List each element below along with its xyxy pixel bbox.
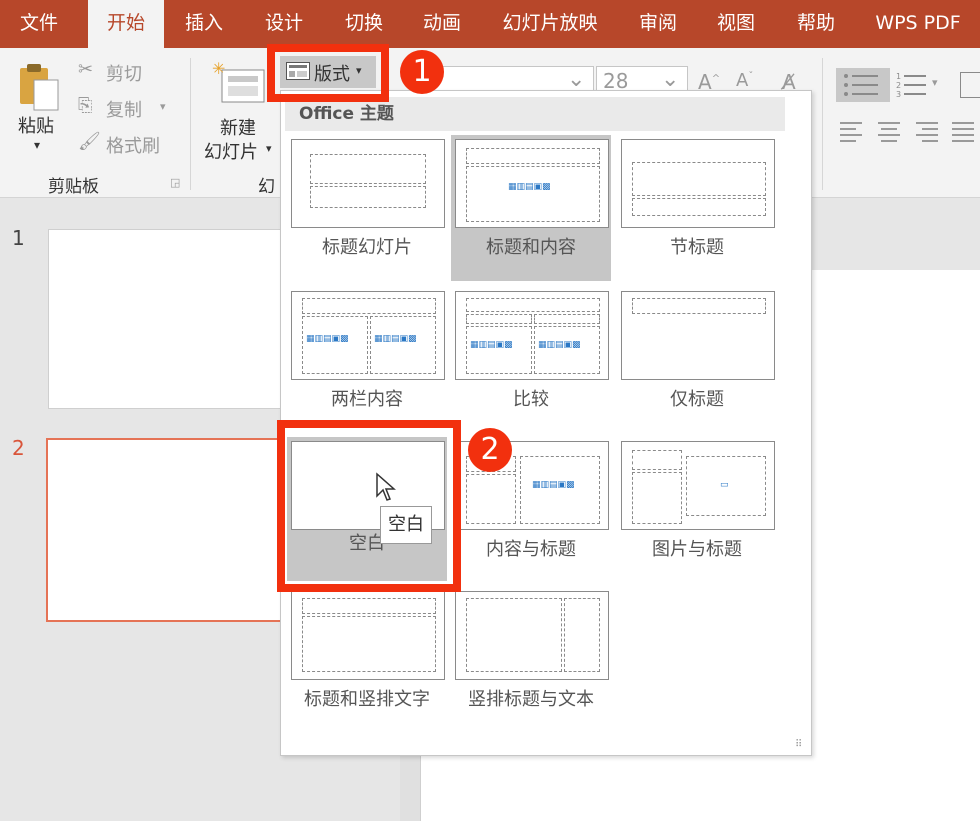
slide-number-1: 1 [12, 226, 25, 250]
slide-number-2: 2 [12, 436, 25, 460]
svg-text:1: 1 [896, 72, 901, 81]
content-icons: ▦▥▤▣▩ [532, 480, 575, 490]
copy-label: 复制 [106, 100, 142, 121]
layout-section-header[interactable]: 节标题 [617, 135, 777, 281]
layout-label: 标题和内容 [486, 237, 576, 258]
layout-comparison[interactable]: ▦▥▤▣▩ ▦▥▤▣▩ 比较 [451, 287, 611, 433]
chevron-down-icon: ▾ [266, 142, 272, 155]
tab-transitions[interactable]: 切换 [330, 0, 398, 48]
chevron-down-icon: ▾ [932, 76, 938, 89]
clipboard-group-label: 剪贴板 [48, 177, 99, 197]
paste-label: 粘贴 [18, 116, 54, 137]
indent-button[interactable] [960, 72, 980, 98]
paste-button[interactable]: 粘贴 ▾ [12, 58, 66, 158]
content-icons: ▦▥▤▣▩ [470, 340, 513, 350]
layout-thumbnail [291, 139, 445, 228]
layout-label: 标题和竖排文字 [304, 689, 430, 710]
layout-label: 两栏内容 [331, 389, 403, 410]
tab-review[interactable]: 审阅 [624, 0, 692, 48]
format-painter-button[interactable]: 🖌 格式刷 [76, 130, 176, 158]
tab-animations[interactable]: 动画 [408, 0, 476, 48]
chevron-down-icon: ⌄ [567, 67, 586, 92]
align-icons [840, 122, 974, 142]
brush-icon: 🖌 [78, 131, 101, 152]
layout-thumbnail: ▦▥▤▣▩ ▦▥▤▣▩ [455, 291, 609, 380]
format-painter-label: 格式刷 [106, 136, 160, 157]
new-slide-label-2: 幻灯片 [204, 142, 258, 163]
layout-picture-caption[interactable]: ▭ 图片与标题 [617, 437, 777, 583]
ribbon-divider [190, 58, 191, 190]
tab-design[interactable]: 设计 [250, 0, 318, 48]
paste-icon [20, 64, 59, 111]
layout-title-slide[interactable]: 标题幻灯片 [287, 135, 447, 281]
slides-group-label: 幻 [258, 177, 275, 197]
ribbon-divider [822, 58, 823, 190]
step-badge-1: 1 [400, 50, 444, 94]
layout-two-content[interactable]: ▦▥▤▣▩ ▦▥▤▣▩ 两栏内容 [287, 287, 447, 433]
resize-grip-icon[interactable]: ⠿ [795, 739, 807, 751]
svg-text:3: 3 [896, 90, 901, 98]
layout-thumbnail [621, 291, 775, 380]
new-slide-button[interactable]: ✳ 新建 幻灯片 ▾ [200, 58, 276, 163]
cut-button[interactable]: ✂ 剪切 [76, 58, 166, 86]
layout-label: 节标题 [670, 237, 724, 258]
numbering-icon: 123 [896, 72, 926, 98]
layout-thumbnail [291, 591, 445, 680]
content-icons: ▦▥▤▣▩ [508, 182, 551, 192]
layout-thumbnail [621, 139, 775, 228]
numbering-button[interactable]: 123 ▾ [896, 68, 946, 102]
layout-title-content[interactable]: ▦▥▤▣▩ 标题和内容 [451, 135, 611, 281]
chevron-down-icon: ▾ [160, 100, 166, 113]
dialog-launcher-icon[interactable]: ◲ [170, 176, 180, 189]
content-icons: ▦▥▤▣▩ [306, 334, 349, 344]
cut-label: 剪切 [106, 64, 142, 85]
scissors-icon: ✂ [78, 59, 94, 80]
gallery-header: Office 主题 [285, 97, 785, 131]
ribbon-tab-bar: 文件 开始 插入 设计 切换 动画 幻灯片放映 审阅 视图 帮助 WPS PDF [0, 0, 980, 48]
decrease-font-icon[interactable]: Aˇ [736, 70, 753, 91]
tab-slideshow[interactable]: 幻灯片放映 [492, 0, 608, 48]
tab-wps-pdf[interactable]: WPS PDF [866, 0, 970, 48]
copy-button[interactable]: ⎘ 复制 ▾ [76, 94, 176, 122]
slide-thumbnail-2[interactable] [46, 438, 290, 622]
picture-icon: ▭ [720, 480, 729, 490]
new-slide-icon: ✳ [212, 60, 265, 103]
svg-text:2: 2 [896, 81, 901, 90]
layout-thumbnail [455, 591, 609, 680]
layout-vertical-title-text[interactable]: 竖排标题与文本 [451, 587, 611, 733]
layout-label: 标题幻灯片 [322, 237, 412, 258]
svg-text:✳: ✳ [212, 60, 225, 78]
bullets-button[interactable] [836, 68, 890, 102]
layout-label: 仅标题 [670, 389, 724, 410]
bullets-icon [844, 74, 878, 96]
layout-title-vertical-text[interactable]: 标题和竖排文字 [287, 587, 447, 733]
layout-thumbnail: ▦▥▤▣▩ [455, 139, 609, 228]
layout-label: 内容与标题 [486, 539, 576, 560]
tab-help[interactable]: 帮助 [782, 0, 850, 48]
layout-thumbnail: ▦▥▤▣▩ ▦▥▤▣▩ [291, 291, 445, 380]
layout-title-only[interactable]: 仅标题 [617, 287, 777, 433]
tab-insert[interactable]: 插入 [170, 0, 238, 48]
highlight-box-layout [267, 44, 389, 102]
highlight-box-blank [277, 420, 461, 592]
new-slide-label-1: 新建 [220, 118, 256, 139]
tab-home[interactable]: 开始 [88, 0, 164, 48]
chevron-down-icon: ⌄ [661, 67, 680, 92]
chevron-down-icon: ▾ [34, 138, 41, 152]
tab-file[interactable]: 文件 [0, 0, 78, 48]
slide-thumbnail-1[interactable] [48, 229, 288, 409]
copy-icon: ⎘ [78, 95, 93, 116]
content-icons: ▦▥▤▣▩ [374, 334, 417, 344]
step-badge-2: 2 [468, 428, 512, 472]
tab-view[interactable]: 视图 [702, 0, 770, 48]
layout-label: 比较 [513, 389, 549, 410]
content-icons: ▦▥▤▣▩ [538, 340, 581, 350]
layout-thumbnail: ▭ [621, 441, 775, 530]
layout-label: 竖排标题与文本 [468, 689, 594, 710]
layout-label: 图片与标题 [652, 539, 742, 560]
